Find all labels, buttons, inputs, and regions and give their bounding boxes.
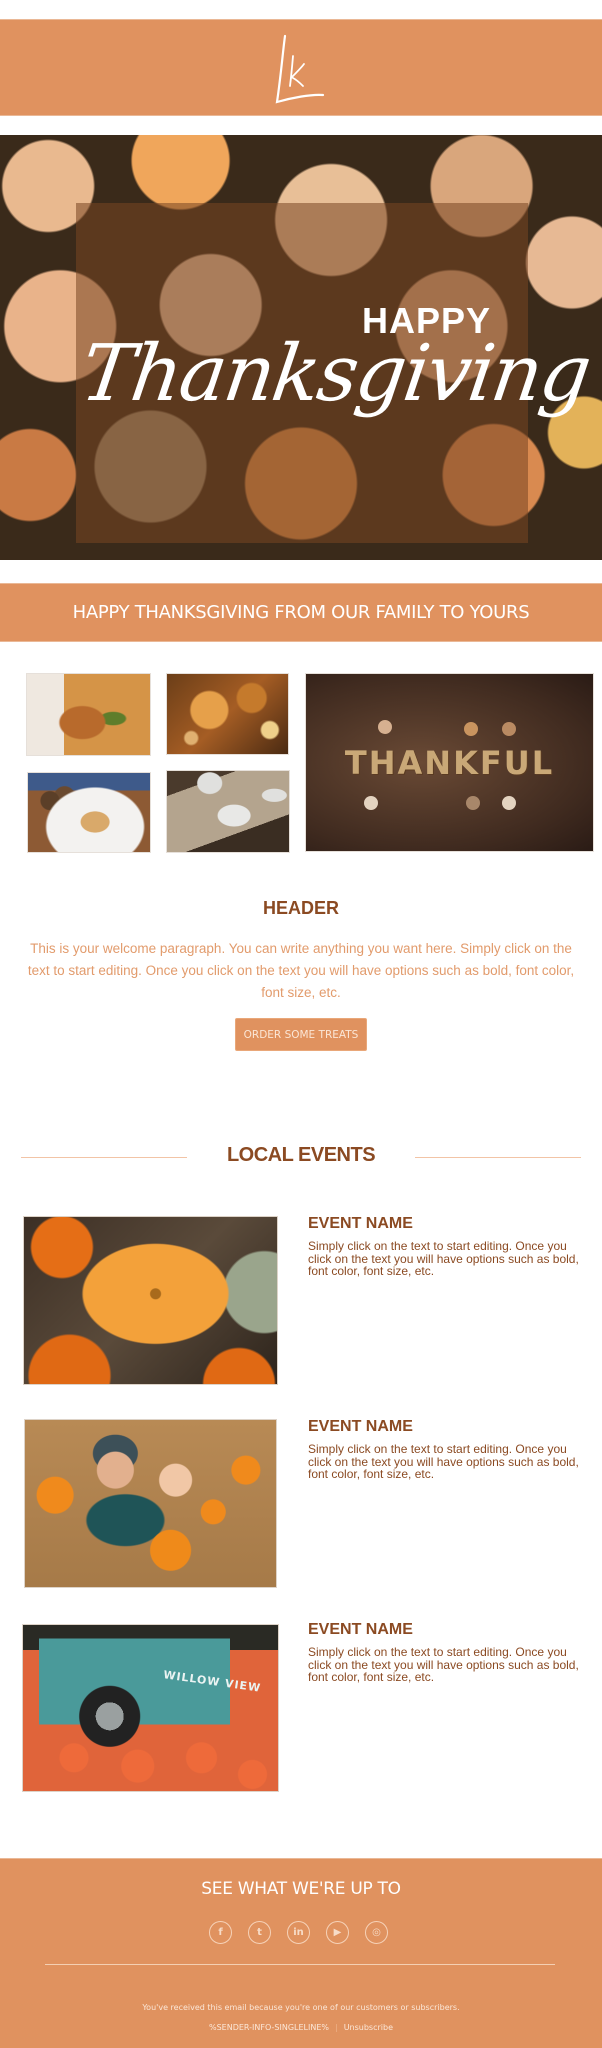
facebook-icon[interactable]: f: [209, 1921, 232, 1944]
footer-divider: [45, 1964, 555, 1965]
thankful-caption: THANKFUL: [344, 743, 555, 782]
event-2-photo: [24, 1419, 277, 1588]
twitter-icon[interactable]: t: [248, 1921, 271, 1944]
event-2-description: Simply click on the text to start editin…: [308, 1442, 579, 1481]
table-setting-photo: [166, 770, 290, 853]
autumn-leaves-photo: [166, 673, 289, 755]
event-1-photo: [23, 1216, 278, 1385]
brand-logo[interactable]: [271, 30, 331, 106]
pumpkin-decoration: [364, 796, 378, 810]
event-2-name: EVENT NAME: [308, 1418, 413, 1435]
acorn-decoration: [502, 722, 516, 736]
hero-image: HAPPY Thanksgiving: [0, 135, 602, 560]
social-links: f t in ▶ ◎: [209, 1921, 388, 1944]
youtube-icon[interactable]: ▶: [326, 1921, 349, 1944]
footer-separator: |: [334, 2023, 338, 2032]
unsubscribe-link[interactable]: Unsubscribe: [344, 2023, 393, 2032]
hero-title-script: Thanksgiving: [75, 329, 595, 419]
linkedin-icon[interactable]: in: [287, 1921, 310, 1944]
instagram-icon[interactable]: ◎: [365, 1921, 388, 1944]
order-treats-button[interactable]: ORDER SOME TREATS: [235, 1018, 367, 1051]
thankful-sign-photo: THANKFUL: [305, 673, 594, 852]
logo-banner: [0, 19, 602, 116]
sender-info: %SENDER-INFO-SINGLELINE%: [208, 2023, 329, 2032]
pumpkin-decoration: [502, 796, 516, 810]
event-3-name: EVENT NAME: [308, 1621, 413, 1638]
pumpkin-decoration: [464, 722, 478, 736]
welcome-paragraph: This is your welcome paragraph. You can …: [27, 941, 575, 1000]
acorn-decoration: [378, 720, 392, 734]
footer-note: You've received this email because you'r…: [142, 2003, 460, 2012]
tagline-text: HAPPY THANKSGIVING FROM OUR FAMILY TO YO…: [72, 602, 530, 623]
turkey-carving-photo: [26, 673, 151, 756]
footer-links: %SENDER-INFO-SINGLELINE% | Unsubscribe: [0, 2023, 602, 2032]
local-events-title: LOCAL EVENTS: [226, 1144, 376, 1166]
section-header: HEADER: [262, 898, 339, 918]
event-3-photo: WILLOW VIEW: [22, 1624, 279, 1792]
event-1-name: EVENT NAME: [308, 1215, 413, 1232]
divider-right: [415, 1157, 581, 1158]
footer: SEE WHAT WE'RE UP TO f t in ▶ ◎ You've r…: [0, 1858, 602, 2048]
event-1-description: Simply click on the text to start editin…: [308, 1239, 579, 1278]
footer-title: SEE WHAT WE'RE UP TO: [201, 1879, 401, 1899]
event-3-description: Simply click on the text to start editin…: [308, 1645, 579, 1684]
acorn-decoration: [466, 796, 480, 810]
tagline-banner: HAPPY THANKSGIVING FROM OUR FAMILY TO YO…: [0, 583, 602, 642]
truck-sign-text: WILLOW VIEW: [162, 1668, 262, 1695]
pumpkin-pie-photo: [27, 772, 151, 853]
